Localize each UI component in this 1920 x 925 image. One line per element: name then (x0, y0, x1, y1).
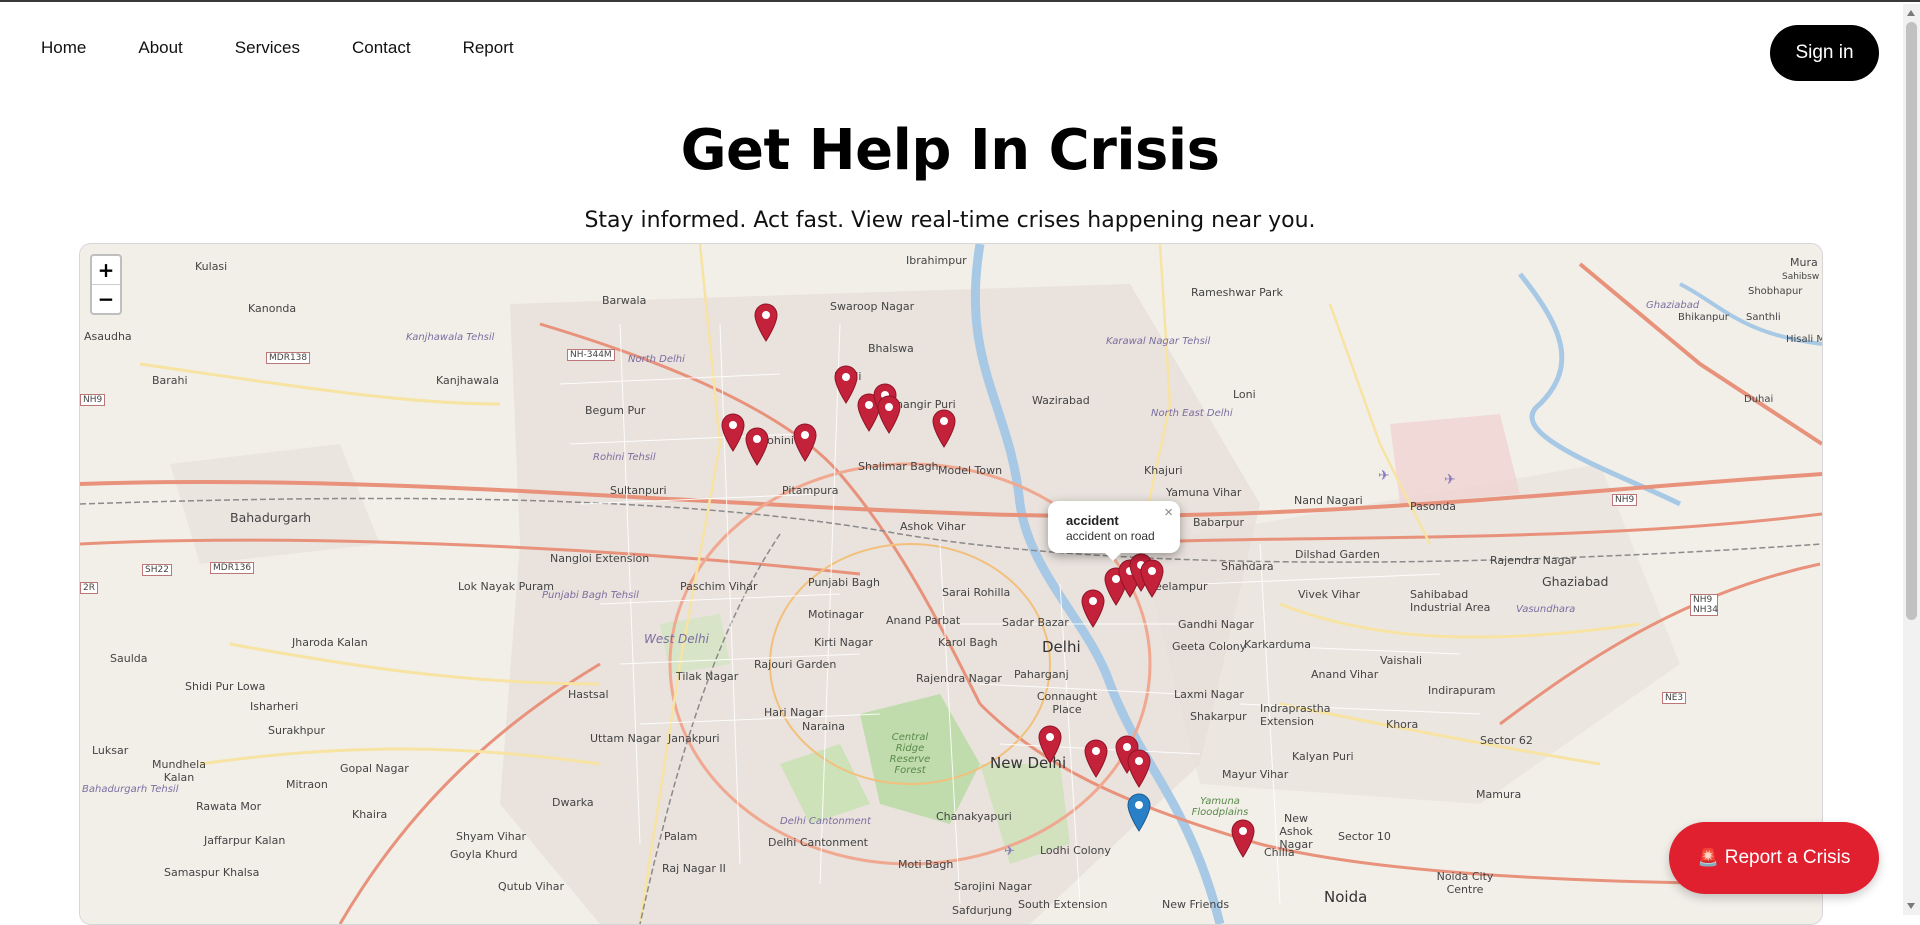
popup-tip (1104, 552, 1122, 561)
zoom-in-button[interactable]: + (92, 256, 120, 284)
nav-home[interactable]: Home (41, 38, 86, 58)
crisis-marker-red[interactable] (1230, 818, 1256, 858)
map-tiles[interactable] (80, 244, 1822, 924)
siren-icon: 🚨 (1697, 848, 1719, 867)
report-crisis-button[interactable]: 🚨 Report a Crisis (1669, 822, 1879, 894)
top-nav: Home About Services Contact Report (41, 38, 566, 58)
report-crisis-label: Report a Crisis (1724, 847, 1851, 868)
crisis-marker-red[interactable] (753, 302, 779, 342)
page-subtitle: Stay informed. Act fast. View real-time … (584, 208, 1316, 233)
crisis-map[interactable]: + − Kulasi Asaudha Kanonda Barahi MDR138… (79, 243, 1823, 925)
nav-about[interactable]: About (138, 38, 182, 58)
zoom-control: + − (90, 254, 122, 315)
sign-in-button[interactable]: Sign in (1770, 25, 1879, 81)
close-icon[interactable]: × (1164, 504, 1173, 521)
crisis-marker-red[interactable] (1139, 558, 1165, 598)
popup-description: accident on road (1066, 529, 1155, 543)
scroll-down-arrow-icon[interactable] (1907, 903, 1915, 909)
crisis-marker-red[interactable] (1083, 738, 1109, 778)
crisis-marker-red[interactable] (1080, 588, 1106, 628)
popup-title: accident (1066, 513, 1119, 528)
crisis-marker-red[interactable] (1037, 724, 1063, 764)
marker-popup: accident accident on road × (1048, 501, 1180, 561)
crisis-marker-red[interactable] (931, 408, 957, 448)
crisis-marker-red[interactable] (876, 394, 902, 434)
nav-services[interactable]: Services (235, 38, 300, 58)
crisis-marker-red[interactable] (792, 422, 818, 462)
scroll-thumb[interactable] (1906, 22, 1917, 620)
nav-report[interactable]: Report (463, 38, 514, 58)
crisis-marker-red[interactable] (744, 426, 770, 466)
scroll-up-arrow-icon[interactable] (1907, 10, 1915, 16)
page-scrollbar[interactable] (1903, 4, 1920, 915)
crisis-marker-red[interactable] (720, 412, 746, 452)
nav-contact[interactable]: Contact (352, 38, 411, 58)
crisis-marker-blue[interactable] (1126, 792, 1152, 832)
page-title: Get Help In Crisis (680, 118, 1220, 183)
crisis-marker-red[interactable] (1126, 748, 1152, 788)
zoom-out-button[interactable]: − (92, 284, 120, 313)
